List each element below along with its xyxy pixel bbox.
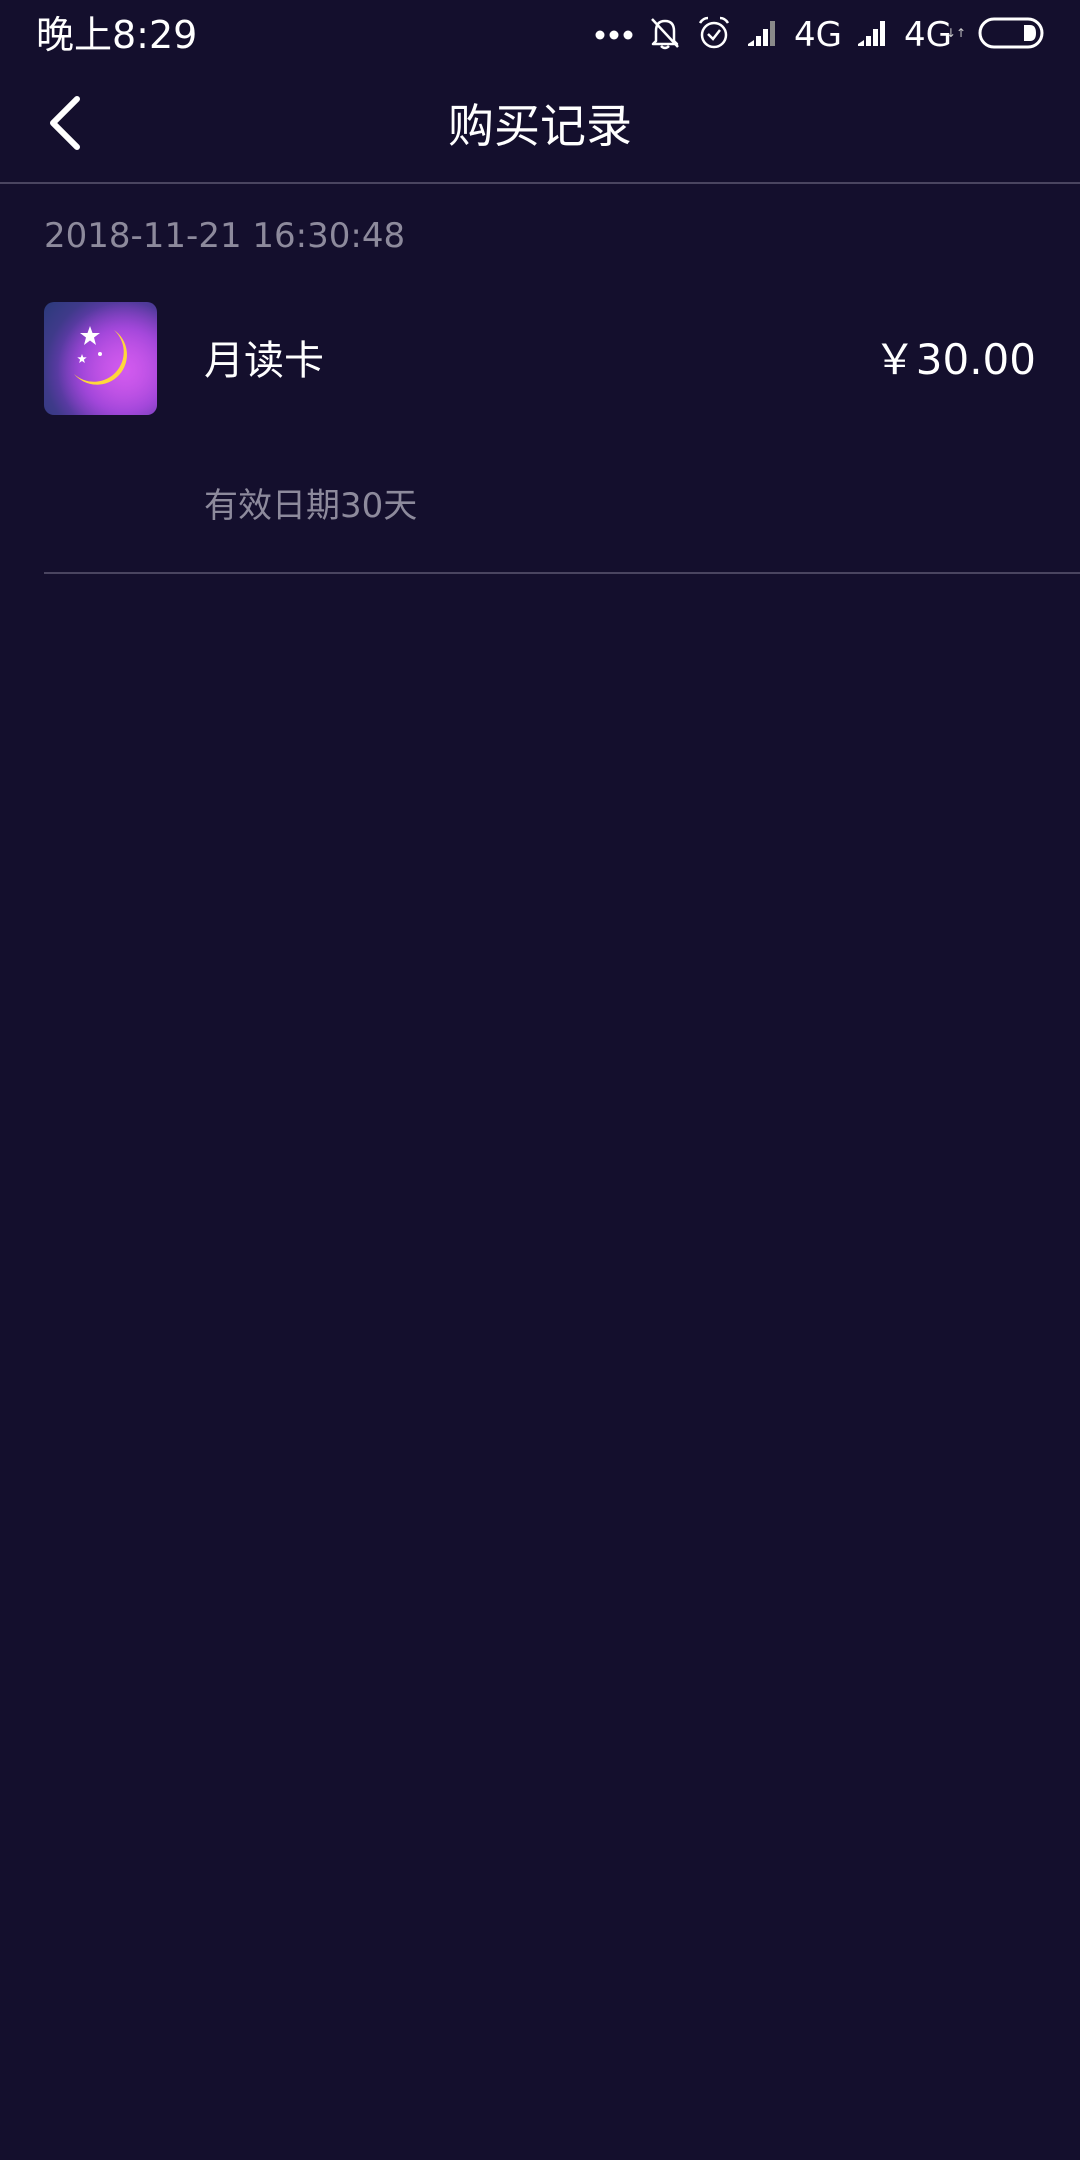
purchase-record[interactable]: 2018-11-21 16:30:48 月读卡 ￥30.00 有效日期30天 [44, 184, 1080, 574]
record-date: 2018-11-21 16:30:48 [44, 216, 406, 256]
dots-icon [594, 26, 634, 45]
status-icons: 4G 4G ↓↑ [580, 14, 1046, 56]
status-time: 晚上8:29 [36, 13, 198, 57]
alarm-icon [696, 15, 732, 55]
page-title: 购买记录 [448, 99, 632, 153]
network-type-2-label: 4G [904, 15, 952, 55]
status-bar: 晚上8:29 4G 4G ↓↑ [0, 0, 1080, 70]
battery-icon [978, 16, 1046, 54]
network-type-1: 4G [794, 15, 843, 55]
product-price: ￥30.00 [873, 335, 1036, 384]
signal-icon [856, 18, 890, 52]
product-thumbnail [44, 302, 157, 415]
moon-stars-icon [44, 302, 157, 415]
data-activity-icon: ↓↑ [945, 26, 966, 40]
product-name: 月读卡 [204, 338, 324, 384]
header: 购买记录 [0, 70, 1080, 184]
bell-off-icon [648, 15, 682, 55]
validity-period: 有效日期30天 [204, 486, 418, 526]
signal-icon [746, 18, 780, 52]
network-type-2: 4G ↓↑ [904, 15, 966, 55]
